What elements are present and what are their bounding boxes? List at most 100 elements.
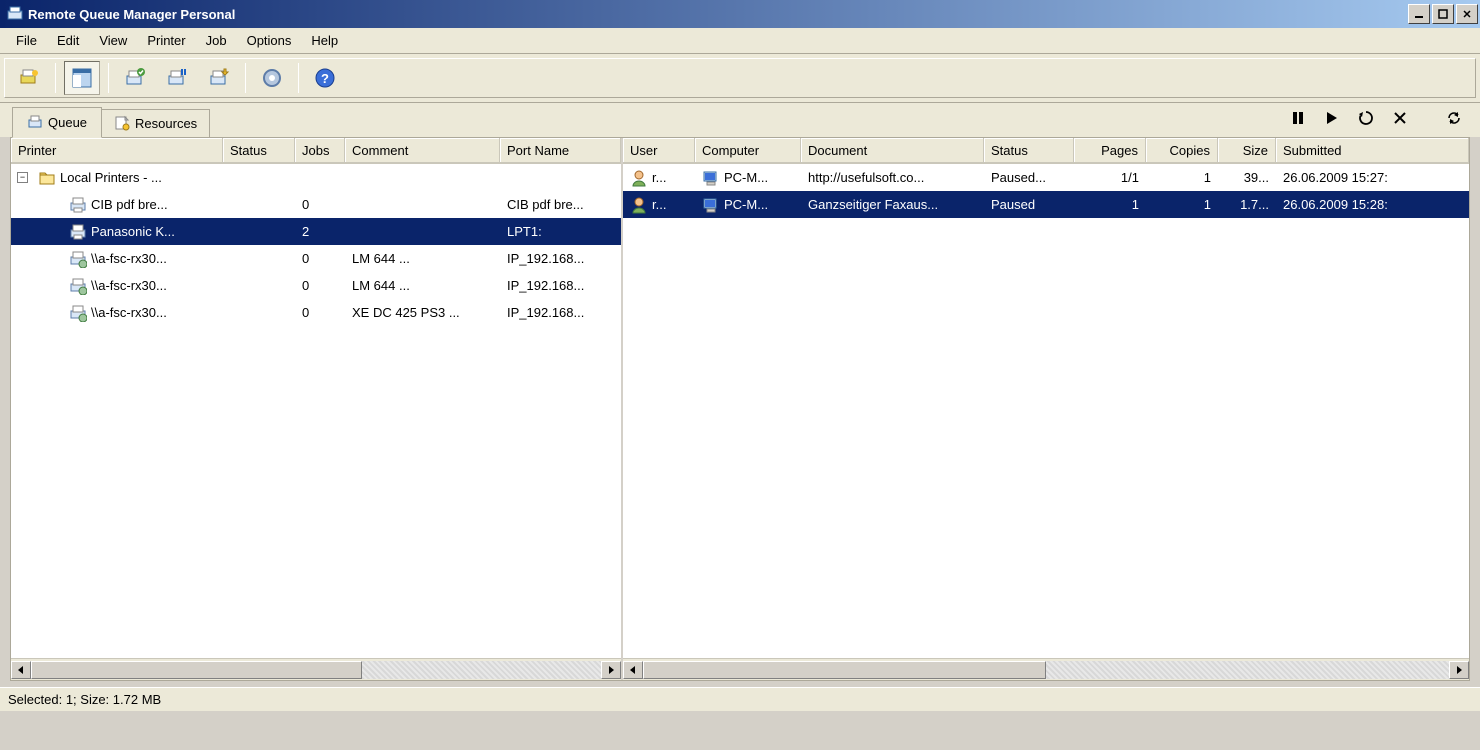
job-pause-button[interactable] <box>1284 105 1312 131</box>
tb-add-printer[interactable] <box>11 61 47 95</box>
printer-row[interactable]: CIB pdf bre...0CIB pdf bre... <box>11 191 621 218</box>
toolbar: ? <box>4 58 1476 98</box>
job-size: 39... <box>1218 170 1276 185</box>
menu-options[interactable]: Options <box>237 29 302 52</box>
printer-icon <box>69 250 87 268</box>
menu-edit[interactable]: Edit <box>47 29 89 52</box>
toolbar-separator <box>55 63 56 93</box>
computer-icon <box>702 196 720 214</box>
maximize-button[interactable] <box>1432 4 1454 24</box>
printer-jobs: 0 <box>295 278 345 293</box>
job-refresh-button[interactable] <box>1440 105 1468 131</box>
job-user: r... <box>652 197 666 212</box>
tb-printer-add[interactable] <box>201 61 237 95</box>
col-comment[interactable]: Comment <box>345 138 500 163</box>
titlebar[interactable]: Remote Queue Manager Personal <box>0 0 1480 28</box>
tab-row: Queue Resources <box>0 103 1480 137</box>
printer-group-row[interactable]: − Local Printers - ... <box>11 164 621 191</box>
tb-settings[interactable] <box>254 61 290 95</box>
printer-row[interactable]: Panasonic K...2LPT1: <box>11 218 621 245</box>
printer-jobs: 2 <box>295 224 345 239</box>
job-resume-button[interactable] <box>1318 105 1346 131</box>
close-button[interactable] <box>1456 4 1478 24</box>
col-port[interactable]: Port Name <box>500 138 621 163</box>
svg-text:?: ? <box>321 71 329 86</box>
user-icon <box>630 196 648 214</box>
col-user[interactable]: User <box>623 138 695 163</box>
menu-file[interactable]: File <box>6 29 47 52</box>
printer-jobs: 0 <box>295 197 345 212</box>
printer-port: LPT1: <box>500 224 621 239</box>
printer-row[interactable]: \\a-fsc-rx30...0LM 644 ...IP_192.168... <box>11 272 621 299</box>
printer-comment: LM 644 ... <box>345 278 500 293</box>
printer-row[interactable]: \\a-fsc-rx30...0LM 644 ...IP_192.168... <box>11 245 621 272</box>
tb-printer-pause[interactable] <box>159 61 195 95</box>
printer-hscroll[interactable] <box>11 658 621 680</box>
user-icon <box>630 169 648 187</box>
tb-help[interactable]: ? <box>307 61 343 95</box>
job-copies: 1 <box>1146 197 1218 212</box>
toolbar-separator <box>245 63 246 93</box>
job-list[interactable]: r... PC-M... http://usefulsoft.co...Paused… <box>623 164 1469 658</box>
scroll-left-icon[interactable] <box>11 661 31 679</box>
printer-panel: Printer Status Jobs Comment Port Name − … <box>11 138 623 680</box>
menu-help[interactable]: Help <box>301 29 348 52</box>
job-pages: 1 <box>1074 197 1146 212</box>
col-pages[interactable]: Pages <box>1074 138 1146 163</box>
printer-row[interactable]: \\a-fsc-rx30...0XE DC 425 PS3 ...IP_192.… <box>11 299 621 326</box>
job-status: Paused <box>984 197 1074 212</box>
job-row[interactable]: r...PC-M...Ganzseitiger Faxaus...Paused1… <box>623 191 1469 218</box>
minimize-button[interactable] <box>1408 4 1430 24</box>
job-size: 1.7... <box>1218 197 1276 212</box>
scroll-right-icon[interactable] <box>601 661 621 679</box>
col-document[interactable]: Document <box>801 138 984 163</box>
scroll-left-icon[interactable] <box>623 661 643 679</box>
printer-comment: LM 644 ... <box>345 251 500 266</box>
printer-comment: XE DC 425 PS3 ... <box>345 305 500 320</box>
printer-jobs: 0 <box>295 305 345 320</box>
job-status: Paused... <box>984 170 1074 185</box>
col-jstatus[interactable]: Status <box>984 138 1074 163</box>
job-cancel-button[interactable] <box>1386 105 1414 131</box>
col-copies[interactable]: Copies <box>1146 138 1218 163</box>
job-user: r... <box>652 170 666 185</box>
queue-tab-icon <box>27 114 43 130</box>
job-submitted: 26.06.2009 15:28: <box>1276 197 1469 212</box>
tab-resources[interactable]: Resources <box>101 109 210 137</box>
scroll-right-icon[interactable] <box>1449 661 1469 679</box>
col-computer[interactable]: Computer <box>695 138 801 163</box>
job-computer: PC-M... <box>724 197 768 212</box>
printer-list[interactable]: − Local Printers - ... CIB pdf bre...0CI… <box>11 164 621 658</box>
col-status[interactable]: Status <box>223 138 295 163</box>
tb-printer-check[interactable] <box>117 61 153 95</box>
toolbar-separator <box>108 63 109 93</box>
window-title: Remote Queue Manager Personal <box>28 7 1406 22</box>
tab-resources-label: Resources <box>135 116 197 131</box>
menu-view[interactable]: View <box>89 29 137 52</box>
printer-icon <box>69 304 87 322</box>
menubar: File Edit View Printer Job Options Help <box>0 28 1480 54</box>
job-computer: PC-M... <box>724 170 768 185</box>
job-document: Ganzseitiger Faxaus... <box>801 197 984 212</box>
app-icon <box>6 5 24 23</box>
col-jobs[interactable]: Jobs <box>295 138 345 163</box>
col-submitted[interactable]: Submitted <box>1276 138 1469 163</box>
menu-printer[interactable]: Printer <box>137 29 195 52</box>
status-text: Selected: 1; Size: 1.72 MB <box>8 692 161 707</box>
printer-name: CIB pdf bre... <box>91 197 168 212</box>
col-printer[interactable]: Printer <box>11 138 223 163</box>
job-restart-button[interactable] <box>1352 105 1380 131</box>
printer-icon <box>69 196 87 214</box>
tab-queue[interactable]: Queue <box>12 107 102 138</box>
printer-jobs: 0 <box>295 251 345 266</box>
jobs-hscroll[interactable] <box>623 658 1469 680</box>
printer-port: IP_192.168... <box>500 305 621 320</box>
job-row[interactable]: r... PC-M... http://usefulsoft.co...Paused… <box>623 164 1469 191</box>
tree-collapse-icon[interactable]: − <box>17 172 28 183</box>
tb-view-panels[interactable] <box>64 61 100 95</box>
toolbar-separator <box>298 63 299 93</box>
col-size[interactable]: Size <box>1218 138 1276 163</box>
job-document: http://usefulsoft.co... <box>801 170 984 185</box>
menu-job[interactable]: Job <box>196 29 237 52</box>
jobs-panel: User Computer Document Status Pages Copi… <box>623 138 1469 680</box>
